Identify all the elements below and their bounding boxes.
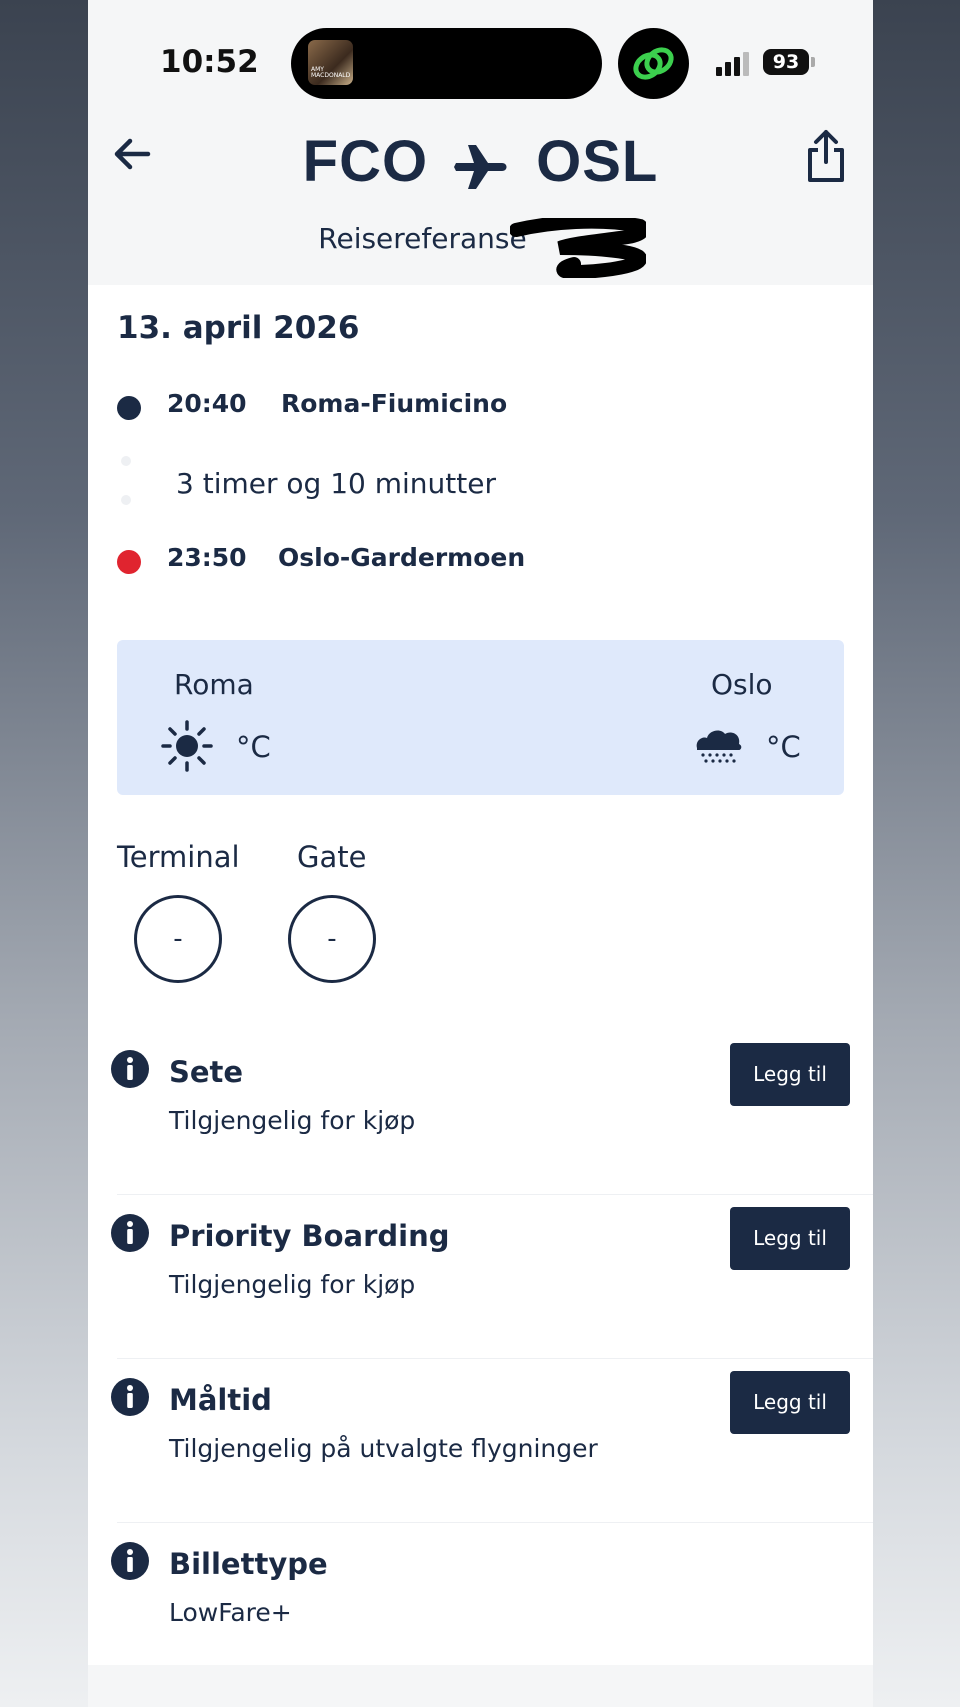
origin-city: Roma [174, 668, 254, 701]
booking-reference: Reisereferanse [88, 218, 873, 278]
terminal-label: Terminal [117, 840, 240, 874]
extra-title: Måltid [169, 1383, 272, 1417]
departure-dot [117, 396, 141, 420]
sun-icon [161, 720, 213, 772]
flight-date: 13. april 2026 [117, 310, 360, 346]
timeline-dot [121, 495, 131, 505]
info-icon[interactable] [110, 1377, 150, 1417]
extra-row-meal: Måltid Tilgjengelig på utvalgte flygning… [88, 1359, 873, 1523]
destination-code: OSL [536, 129, 659, 194]
extra-row-seat: Sete Tilgjengelig for kjøp Legg til [88, 1031, 873, 1195]
departure-airport: Roma-Fiumicino [281, 389, 508, 418]
dynamic-island[interactable]: AMY MACDONALD [291, 28, 602, 99]
status-bar: 10:52 AMY MACDONALD 93 [88, 0, 873, 120]
info-icon[interactable] [110, 1213, 150, 1253]
extra-title: Sete [169, 1055, 244, 1089]
green-app-icon[interactable] [618, 28, 689, 99]
terminal-value: - [134, 895, 222, 983]
share-icon[interactable] [804, 128, 848, 184]
album-art-text: AMY MACDONALD [311, 66, 351, 79]
extra-title: Billettype [169, 1547, 328, 1581]
arrival-time: 23:50 [167, 543, 247, 572]
phone-screen: 10:52 AMY MACDONALD 93 FCO OSL Reiserefe… [88, 0, 873, 1707]
flight-details: 13. april 2026 20:40 Roma-Fiumicino 3 ti… [88, 285, 873, 1665]
add-meal-button[interactable]: Legg til [730, 1371, 850, 1434]
booking-reference-label: Reisereferanse [318, 222, 527, 255]
signal-icon [716, 52, 756, 76]
battery-tip [811, 57, 815, 67]
gate-label: Gate [297, 840, 367, 874]
extra-subtitle: LowFare+ [169, 1598, 292, 1627]
extra-subtitle: Tilgjengelig for kjøp [169, 1270, 416, 1299]
destination-temperature: °C [766, 730, 801, 764]
weather-card: Roma Oslo °C °C [117, 640, 844, 795]
extra-subtitle: Tilgjengelig for kjøp [169, 1106, 416, 1135]
departure-time: 20:40 [167, 389, 247, 418]
extra-row-priority-boarding: Priority Boarding Tilgjengelig for kjøp … [88, 1195, 873, 1359]
destination-city: Oslo [711, 668, 773, 701]
flight-duration: 3 timer og 10 minutter [176, 467, 496, 500]
add-priority-boarding-button[interactable]: Legg til [730, 1207, 850, 1270]
timeline-dot [121, 456, 131, 466]
rain-cloud-icon [696, 730, 742, 763]
gate-value: - [288, 895, 376, 983]
arrival-airport: Oslo-Gardermoen [278, 543, 526, 572]
plane-icon [454, 137, 510, 189]
extra-subtitle: Tilgjengelig på utvalgte flygninger [169, 1434, 598, 1463]
add-seat-button[interactable]: Legg til [730, 1043, 850, 1106]
music-now-playing-icon[interactable]: AMY MACDONALD [308, 40, 353, 85]
redaction-mark [510, 218, 646, 278]
origin-temperature: °C [236, 730, 271, 764]
extra-title: Priority Boarding [169, 1219, 450, 1253]
status-time: 10:52 [160, 44, 259, 80]
battery-icon: 93 [763, 49, 809, 75]
extra-row-ticket-type: Billettype LowFare+ [88, 1523, 873, 1687]
info-icon[interactable] [110, 1541, 150, 1581]
origin-code: FCO [302, 129, 429, 194]
info-icon[interactable] [110, 1049, 150, 1089]
route-title: FCO OSL [88, 127, 873, 197]
arrival-dot [117, 550, 141, 574]
flight-header: FCO OSL Reisereferanse [88, 120, 873, 285]
